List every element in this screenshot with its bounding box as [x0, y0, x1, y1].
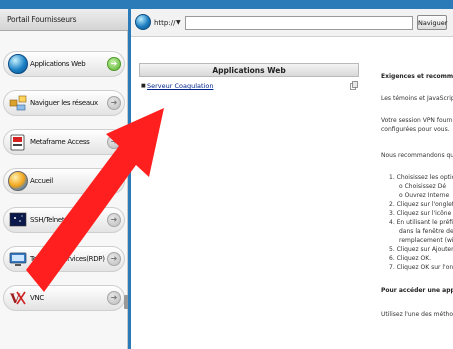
home-icon [8, 171, 28, 191]
help-text-line: o Ouvrez Interne [399, 192, 450, 199]
terminal-icon [8, 210, 28, 230]
sidebar-item-label: SSH/Telnet [30, 216, 65, 224]
help-content: Exigences et recommanda Les témoins et Ja… [381, 64, 453, 349]
help-text-line: remplacement (wildc [399, 237, 453, 244]
sidebar-item-applications-web[interactable]: Applications Web ➜ [3, 51, 125, 77]
help-text-line: Votre session VPN fournit u [381, 117, 453, 124]
panel-title: Applications Web [139, 63, 359, 77]
arrow-right-icon[interactable]: ➜ [107, 291, 121, 305]
help-text-line: 5. Cliquez sur Ajouter. [389, 246, 453, 253]
rdp-icon [8, 249, 28, 269]
sidebar-item-label: Terminal Services(RDP) [30, 255, 105, 263]
applications-panel: Applications Web ■ Serveur Coagulation [139, 63, 359, 97]
sidebar-item-ssh-telnet[interactable]: SSH/Telnet ➜ [3, 207, 125, 233]
arrow-right-icon[interactable]: ➜ [107, 213, 121, 227]
help-text-line: 3. Cliquez sur l'icône Si [389, 210, 453, 217]
arrow-right-icon[interactable]: ➜ [107, 174, 121, 188]
sidebar-item-label: VNC [30, 294, 45, 302]
top-banner [0, 0, 453, 9]
network-icon [8, 93, 28, 113]
sidebar: Portail Fournisseurs Applications Web ➜ … [0, 9, 129, 349]
help-text-line: 6. Cliquez OK. [389, 255, 432, 262]
help-text-line: Pour accéder une applica [381, 287, 453, 294]
help-text-line: 7. Cliquez OK sur l'ongl [389, 264, 453, 271]
vnc-icon: V [8, 288, 28, 308]
sidebar-title-text: Portail Fournisseurs [7, 15, 77, 24]
help-text-line: Nous recommandons que v [381, 152, 453, 159]
sidebar-item-vnc[interactable]: V VNC ➜ [3, 285, 125, 311]
globe-icon [135, 14, 151, 30]
help-text-line: o Choisissez Dé [399, 183, 447, 190]
sidebar-item-label: Applications Web [30, 60, 86, 68]
help-text-line: 2. Cliquez sur l'onglet S [389, 201, 453, 208]
sidebar-item-terminal-services[interactable]: Terminal Services(RDP) ➜ [3, 246, 125, 272]
help-text-line: 4. En utilisant le préfixe [389, 219, 453, 226]
help-text-line: Les témoins et JavaScript d [381, 95, 453, 102]
sidebar-item-metaframe-access[interactable]: Metaframe Access ➜ [3, 129, 125, 155]
sidebar-item-naviguer-reseaux[interactable]: Naviguer les réseaux ➜ [3, 90, 125, 116]
arrow-right-icon[interactable]: ➜ [107, 57, 121, 71]
arrow-right-icon[interactable]: ➜ [107, 252, 121, 266]
address-bar: http:// ▼ Naviguer [131, 9, 453, 37]
sidebar-item-accueil[interactable]: Accueil ➜ [3, 168, 125, 194]
sidebar-item-label: Naviguer les réseaux [30, 99, 98, 107]
help-text-line: 1. Choisissez les option [389, 174, 453, 181]
frame-divider[interactable] [128, 9, 131, 349]
globe-icon [8, 54, 28, 74]
protocol-select[interactable]: http:// [154, 19, 175, 27]
sidebar-item-label: Accueil [30, 177, 53, 185]
bullet-icon: ■ [141, 83, 146, 89]
sidebar-item-label: Metaframe Access [30, 138, 90, 146]
sidebar-title: Portail Fournisseurs [0, 9, 128, 31]
help-text-line: Utilisez l'une des méthodes [381, 311, 453, 318]
url-input[interactable] [185, 16, 413, 30]
help-text-line: dans la fenêtre des s [399, 228, 453, 235]
app-link[interactable]: Serveur Coagulation [147, 82, 214, 90]
help-text-line: Exigences et recommanda [381, 73, 453, 80]
arrow-right-icon[interactable]: ➜ [107, 135, 121, 149]
chevron-down-icon[interactable]: ▼ [176, 19, 181, 26]
metaframe-icon [8, 132, 28, 152]
bookmark-icon[interactable] [350, 81, 358, 90]
arrow-right-icon[interactable]: ➜ [107, 96, 121, 110]
help-text-line: configurées pour vous. [381, 126, 450, 133]
navigate-button[interactable]: Naviguer [417, 15, 447, 30]
